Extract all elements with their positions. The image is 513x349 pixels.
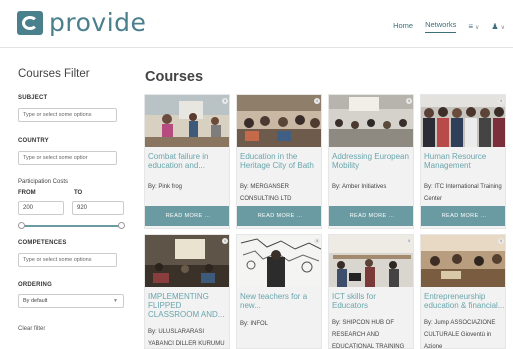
course-card[interactable]: i Combat failure in education and... By:…	[144, 94, 230, 229]
provide-logo-icon	[17, 11, 43, 35]
ordering-value: By default	[23, 298, 48, 304]
info-icon[interactable]: i	[406, 98, 412, 104]
course-title[interactable]: Education in the Heritage City of Bath	[240, 152, 321, 170]
course-card[interactable]: i Entrepreneurship education & financial…	[420, 234, 506, 349]
subject-label: SUBJECT	[18, 95, 48, 101]
header: provide Home Networks ≡ ∨ ♟ ∨	[0, 0, 513, 48]
logo-text: provide	[49, 8, 147, 37]
info-icon[interactable]: i	[222, 238, 228, 244]
ordering-label: ORDERING	[18, 282, 52, 288]
course-provider: By: ITC International Training Center	[424, 184, 502, 202]
competences-input[interactable]: Type or select some options	[18, 253, 117, 267]
clear-filter-link[interactable]: Clear filter	[18, 326, 128, 332]
page-title: Courses	[145, 69, 204, 85]
country-label: COUNTRY	[18, 138, 49, 144]
course-provider: By: Amber Initiatives	[332, 184, 387, 190]
course-image: i	[421, 235, 505, 287]
course-card[interactable]: i Education in the Heritage City of Bath…	[236, 94, 322, 229]
course-card[interactable]: i Human Resource Management By: ITC Inte…	[420, 94, 506, 229]
costs-label: Participation Costs	[18, 179, 69, 185]
course-image: i	[145, 95, 229, 147]
read-more-button[interactable]: READ MORE ...	[237, 206, 321, 226]
info-icon[interactable]: i	[222, 98, 228, 104]
course-title[interactable]: Entrepreneurship education & financial..…	[424, 292, 505, 310]
cost-from-input[interactable]: 200	[18, 201, 64, 215]
subject-input[interactable]: Type or select some options	[18, 108, 117, 122]
course-card[interactable]: i ICT skills for Educators By: SHIPCON H…	[328, 234, 414, 349]
course-image: i	[329, 95, 413, 147]
chevron-down-icon: ∨	[500, 25, 505, 31]
courses-filter-sidebar: Courses Filter SUBJECT Type or select so…	[10, 60, 128, 332]
top-nav: Home Networks ≡ ∨ ♟ ∨	[381, 20, 505, 33]
chevron-down-icon: ∨	[475, 25, 480, 31]
course-image: i	[329, 235, 413, 287]
read-more-button[interactable]: READ MORE ...	[421, 206, 505, 226]
cost-to-input[interactable]: 920	[72, 201, 124, 215]
course-title[interactable]: IMPLEMENTING FLIPPED CLASSROOM AND...	[148, 292, 229, 319]
course-title[interactable]: Addressing European Mobility	[332, 152, 413, 170]
course-image: i	[237, 95, 321, 147]
country-input[interactable]: Type or select some optior	[18, 151, 117, 165]
slider-handle-min[interactable]	[18, 222, 25, 229]
course-title[interactable]: New teachers for a new...	[240, 292, 321, 310]
to-label: TO	[74, 190, 83, 196]
cost-range-slider[interactable]	[18, 222, 125, 230]
chevron-down-icon: ▼	[113, 298, 118, 304]
from-label: FROM	[18, 190, 36, 196]
course-card[interactable]: i New teachers for a new... By: INFOL	[236, 234, 322, 349]
nav-home[interactable]: Home	[393, 21, 413, 33]
info-icon[interactable]: i	[314, 238, 320, 244]
course-provider: By: INFOL	[240, 321, 269, 327]
info-icon[interactable]: i	[314, 98, 320, 104]
read-more-button[interactable]: READ MORE ...	[329, 206, 413, 226]
ordering-select[interactable]: By default ▼	[18, 294, 124, 308]
logo[interactable]: provide	[17, 8, 147, 37]
course-image: i	[237, 235, 321, 287]
info-icon[interactable]: i	[498, 238, 504, 244]
course-title[interactable]: Human Resource Management	[424, 152, 505, 170]
info-icon[interactable]: i	[406, 238, 412, 244]
course-card[interactable]: i Addressing European Mobility By: Amber…	[328, 94, 414, 229]
course-image: i	[145, 235, 229, 287]
course-provider: By: MERGANSER CONSULTING LTD	[240, 184, 292, 202]
competences-label: COMPETENCES	[18, 240, 67, 246]
user-icon: ♟	[491, 22, 499, 31]
course-provider: By: SHIPCON HUB OF RESEARCH AND EDUCATIO…	[332, 320, 405, 349]
course-provider: By: ULUSLARARASI YABANCI DILLER KURUMU	[148, 329, 225, 347]
course-card[interactable]: i IMPLEMENTING FLIPPED CLASSROOM AND... …	[144, 234, 230, 349]
course-image: i	[421, 95, 505, 147]
course-provider: By: Pink frog	[148, 184, 183, 190]
read-more-button[interactable]: READ MORE ...	[145, 206, 229, 226]
slider-handle-max[interactable]	[118, 222, 125, 229]
slider-track	[22, 225, 121, 227]
hamburger-icon: ≡	[468, 22, 474, 31]
user-dropdown[interactable]: ♟ ∨	[491, 22, 505, 31]
info-icon[interactable]: i	[498, 98, 504, 104]
course-title[interactable]: Combat failure in education and...	[148, 152, 229, 170]
menu-dropdown[interactable]: ≡ ∨	[468, 22, 479, 31]
course-title[interactable]: ICT skills for Educators	[332, 292, 413, 310]
sidebar-title: Courses Filter	[18, 68, 90, 80]
course-provider: By: Jump ASSOCIAZIONE CULTURALE Gioventù…	[424, 320, 496, 349]
nav-networks[interactable]: Networks	[425, 20, 457, 33]
